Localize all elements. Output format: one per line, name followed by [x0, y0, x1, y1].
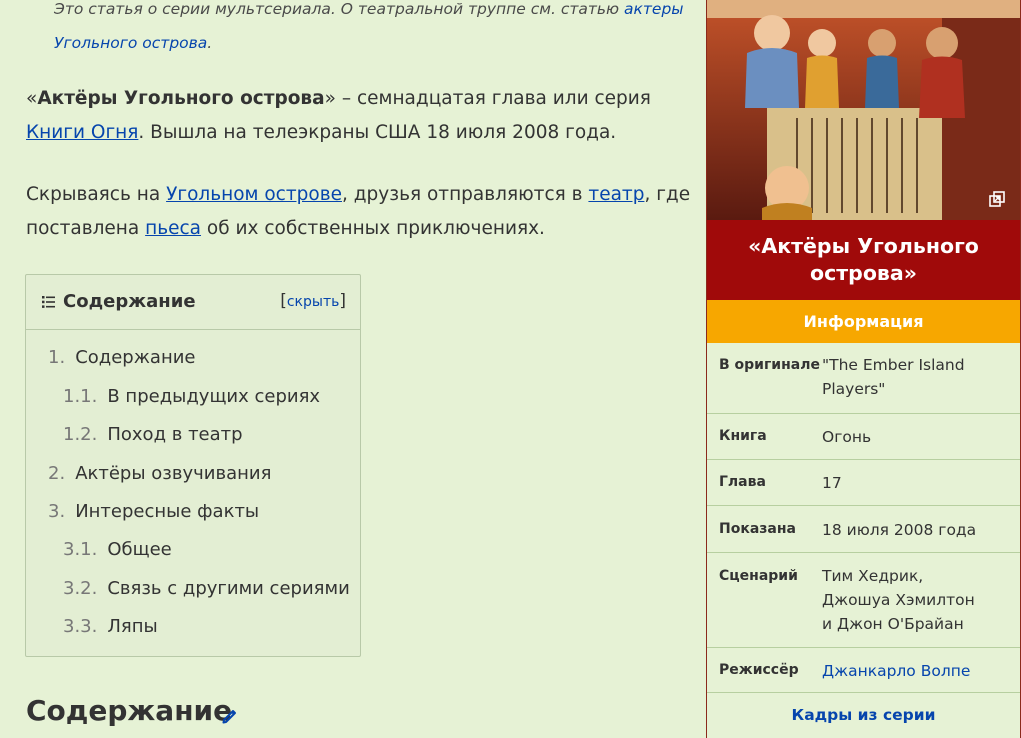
table-of-contents: Содержание [скрыть] 1. Содержание 1.1. В п… — [25, 274, 361, 657]
toc-item[interactable]: 1.2. Поход в театр — [63, 424, 243, 445]
toc-item[interactable]: 1. Содержание — [48, 347, 196, 368]
toc-item[interactable]: 3.1. Общее — [63, 539, 172, 560]
intro-paragraph: «Актёры Угольного острова» – семнадцатая… — [26, 88, 651, 143]
toc-item[interactable]: 2. Актёры озвучивания — [48, 463, 271, 484]
infobox-row-aired: Показана 18 июля 2008 года — [707, 505, 1020, 553]
toc-toggle: [скрыть] — [280, 291, 346, 311]
expand-image-icon[interactable] — [989, 191, 1005, 207]
edit-pencil-icon[interactable] — [221, 707, 239, 725]
infobox-row-original: В оригинале "The Ember Island Players" — [707, 343, 1020, 414]
episode-poster-image[interactable] — [707, 0, 1020, 220]
list-icon — [42, 296, 55, 308]
play-link[interactable]: пьеса — [145, 218, 201, 239]
infobox: «Актёры Угольного острова» Информация В о… — [706, 0, 1021, 738]
book-of-fire-link[interactable]: Книги Огня — [26, 122, 138, 143]
hatnote-link[interactable]: актеры — [624, 0, 684, 18]
director-link[interactable]: Джанкарло Волпе — [822, 662, 970, 680]
toc-header: Содержание [скрыть] — [26, 275, 360, 330]
toc-title: Содержание — [63, 291, 196, 312]
infobox-row-book: Книга Огонь — [707, 413, 1020, 460]
toc-hide-link[interactable]: скрыть — [287, 294, 340, 310]
infobox-row-director: Режиссёр Джанкарло Волпе — [707, 647, 1020, 693]
toc-item[interactable]: 3.3. Ляпы — [63, 616, 158, 637]
infobox-info-header: Информация — [707, 300, 1020, 343]
toc-item[interactable]: 1.1. В предыдущих сериях — [63, 386, 320, 407]
infobox-row-writers: Сценарий Тим Хедрик, Джошуа Хэмилтон и Д… — [707, 552, 1020, 648]
article-title-bold: Актёры Угольного острова — [37, 88, 325, 109]
hatnote: Это статья о серии мультсериала. О театр… — [54, 0, 684, 52]
infobox-title: «Актёры Угольного острова» — [707, 220, 1020, 300]
poster-illustration — [707, 0, 1020, 220]
toc-item[interactable]: 3.2. Связь с другими сериями — [63, 578, 350, 599]
hatnote-link-cont[interactable]: Угольного острова — [54, 34, 207, 52]
infobox-row-chapter: Глава 17 — [707, 459, 1020, 506]
episode-stills-link[interactable]: Кадры из серии — [707, 706, 1020, 724]
summary-paragraph: Скрываясь на Угольном острове, друзья от… — [26, 184, 691, 239]
ember-island-link[interactable]: Угольном острове — [166, 184, 342, 205]
toc-item[interactable]: 3. Интересные факты — [48, 501, 259, 522]
theatre-link[interactable]: театр — [588, 184, 644, 205]
section-heading: Содержание — [26, 694, 233, 727]
